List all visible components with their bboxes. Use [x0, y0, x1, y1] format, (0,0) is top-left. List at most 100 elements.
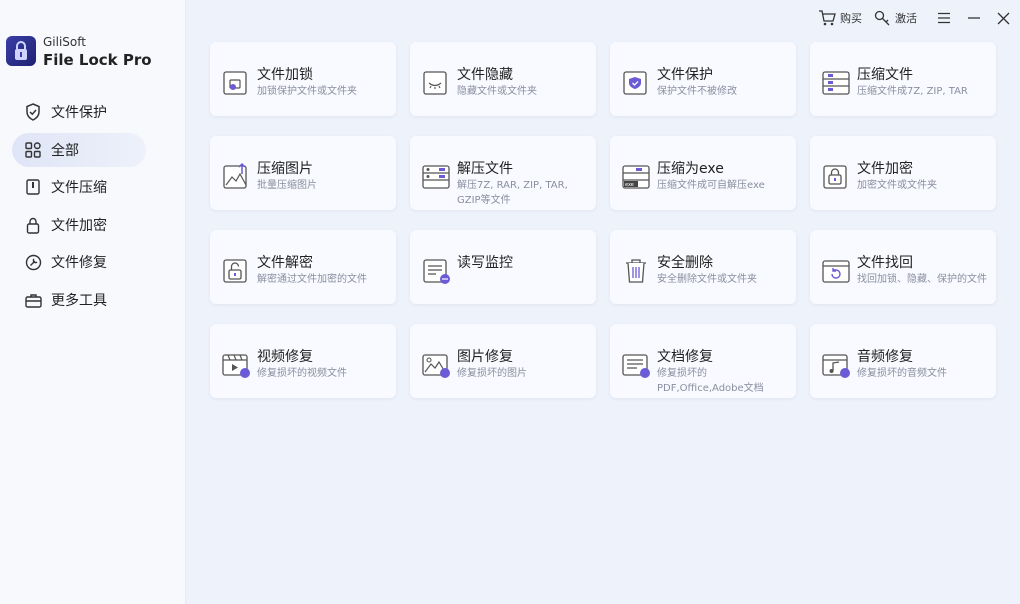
- compress-file-icon: [820, 66, 852, 98]
- title-bar: 购买 激活: [812, 8, 1010, 28]
- grid-icon: [24, 141, 42, 159]
- tool-card-description: 修复损坏的PDF,Office,Adobe文档: [657, 368, 764, 394]
- cart-icon: [819, 10, 836, 26]
- toolbox-icon: [24, 291, 42, 309]
- tool-card-title: 压缩为exe: [657, 161, 724, 177]
- tool-card-title: 文件找回: [857, 255, 913, 271]
- tool-card-description: 修复损坏的图片: [457, 368, 527, 379]
- tool-card-title: 视频修复: [257, 349, 313, 365]
- compress-exe-icon: exe: [620, 160, 652, 192]
- repair-icon: [24, 253, 42, 271]
- tool-card[interactable]: 图片修复修复损坏的图片: [410, 324, 596, 398]
- file-decrypt-icon: [220, 254, 252, 286]
- file-protect-icon: [620, 66, 652, 98]
- menu-icon: [938, 12, 950, 24]
- tool-card[interactable]: 文件找回找回加锁、隐藏、保护的文件: [810, 230, 996, 304]
- app-logo-icon: [6, 36, 36, 66]
- sidebar-item-repair[interactable]: 文件修复: [12, 245, 146, 279]
- doc-repair-icon: [620, 348, 652, 380]
- tool-card[interactable]: 文件加密加密文件或文件夹: [810, 136, 996, 210]
- compress-image-icon: [220, 160, 252, 192]
- tool-card[interactable]: exe 压缩为exe 压缩文件成可自解压exe: [610, 136, 796, 210]
- tool-card-description: 加密文件或文件夹: [857, 180, 937, 191]
- tool-card-description: 解压7Z, RAR, ZIP, TAR, GZIP等文件: [457, 180, 568, 206]
- tool-card-description: 批量压缩图片: [257, 180, 317, 191]
- tool-card-description: 解密通过文件加密的文件: [257, 274, 367, 285]
- sidebar-item-label: 文件保护: [51, 105, 107, 121]
- tool-card-title: 文件加锁: [257, 67, 313, 83]
- tool-card-title: 音频修复: [857, 349, 913, 365]
- tool-card[interactable]: 音频修复修复损坏的音频文件: [810, 324, 996, 398]
- video-repair-icon: [220, 348, 252, 380]
- minimize-button[interactable]: [967, 8, 981, 28]
- file-encrypt-icon: [820, 160, 852, 192]
- sidebar-item-all[interactable]: 全部: [12, 133, 146, 167]
- tool-card-title: 文件解密: [257, 255, 313, 271]
- image-repair-icon: [420, 348, 452, 380]
- sidebar: GiliSoft File Lock Pro 文件保护 全部 文件压缩 文件加密…: [0, 0, 186, 604]
- sidebar-item-compress[interactable]: 文件压缩: [12, 170, 146, 204]
- tool-card[interactable]: 文件隐藏隐藏文件或文件夹: [410, 42, 596, 116]
- tool-card[interactable]: 解压文件解压7Z, RAR, ZIP, TAR, GZIP等文件: [410, 136, 596, 210]
- key-icon: [874, 10, 890, 26]
- tool-card-description: 找回加锁、隐藏、保护的文件: [857, 274, 987, 285]
- tool-card-description: 加锁保护文件或文件夹: [257, 86, 357, 97]
- sidebar-item-label: 全部: [51, 143, 79, 159]
- sidebar-item-label: 文件加密: [51, 218, 107, 234]
- tool-card-description: 修复损坏的音频文件: [857, 368, 947, 379]
- tool-card[interactable]: 文件解密解密通过文件加密的文件: [210, 230, 396, 304]
- tool-card[interactable]: 压缩文件压缩文件成7Z, ZIP, TAR: [810, 42, 996, 116]
- sidebar-item-label: 文件压缩: [51, 180, 107, 196]
- sidebar-item-encrypt[interactable]: 文件加密: [12, 208, 146, 242]
- archive-icon: [24, 178, 42, 196]
- sidebar-item-label: 文件修复: [51, 255, 107, 271]
- tool-card-description: 隐藏文件或文件夹: [457, 86, 537, 97]
- tool-card-title: 安全删除: [657, 255, 713, 271]
- activate-button[interactable]: 激活: [874, 8, 917, 28]
- tool-card-title: 读写监控: [457, 255, 513, 271]
- file-lock-icon: [220, 66, 252, 98]
- tool-card[interactable]: 文件保护保护文件不被修改: [610, 42, 796, 116]
- tool-card-title: 文档修复: [657, 349, 713, 365]
- brand-small: GiliSoft: [43, 35, 86, 49]
- tool-card-title: 解压文件: [457, 161, 513, 177]
- main-area: 购买 激活 文件加锁 加锁保护文件或文件夹 文件隐藏 隐藏文件或文件夹 文件保护 保护文件…: [186, 0, 1020, 604]
- sidebar-item-label: 更多工具: [51, 293, 107, 309]
- tool-card[interactable]: 安全删除安全删除文件或文件夹: [610, 230, 796, 304]
- tool-card-description: 保护文件不被修改: [657, 86, 737, 97]
- tool-card-title: 文件隐藏: [457, 67, 513, 83]
- sidebar-item-more-tools[interactable]: 更多工具: [12, 283, 146, 317]
- buy-button[interactable]: 购买: [818, 8, 862, 28]
- tool-card-description: 压缩文件成可自解压exe: [657, 180, 765, 191]
- close-icon: [997, 12, 1010, 24]
- tool-card[interactable]: 文档修复修复损坏的PDF,Office,Adobe文档: [610, 324, 796, 398]
- close-button[interactable]: [997, 8, 1010, 28]
- tool-card-title: 文件保护: [657, 67, 713, 83]
- file-recover-icon: [820, 254, 852, 286]
- tool-card-description: 安全删除文件或文件夹: [657, 274, 757, 285]
- tool-card[interactable]: 读写监控: [410, 230, 596, 304]
- tool-card-description: 修复损坏的视频文件: [257, 368, 347, 379]
- tool-card-description: 压缩文件成7Z, ZIP, TAR: [857, 86, 968, 97]
- sidebar-item-file-protect[interactable]: 文件保护: [12, 95, 146, 129]
- activate-label: 激活: [895, 12, 917, 25]
- tool-card[interactable]: 压缩图片批量压缩图片: [210, 136, 396, 210]
- brand-title: File Lock Pro: [43, 51, 152, 69]
- shield-icon: [24, 103, 42, 121]
- buy-label: 购买: [840, 12, 862, 25]
- tool-card[interactable]: 视频修复修复损坏的视频文件: [210, 324, 396, 398]
- tool-card-title: 压缩文件: [857, 67, 913, 83]
- rw-monitor-icon: [420, 254, 452, 286]
- tool-card-title: 压缩图片: [257, 161, 313, 177]
- menu-button[interactable]: [937, 8, 951, 28]
- file-hide-icon: [420, 66, 452, 98]
- extract-file-icon: [420, 160, 452, 192]
- tool-card-title: 图片修复: [457, 349, 513, 365]
- lock-icon: [24, 216, 42, 234]
- minimize-icon: [968, 17, 980, 19]
- svg-text:exe: exe: [625, 182, 634, 188]
- audio-repair-icon: [820, 348, 852, 380]
- secure-delete-icon: [620, 254, 652, 286]
- tool-card[interactable]: 文件加锁加锁保护文件或文件夹: [210, 42, 396, 116]
- tool-card-title: 文件加密: [857, 161, 913, 177]
